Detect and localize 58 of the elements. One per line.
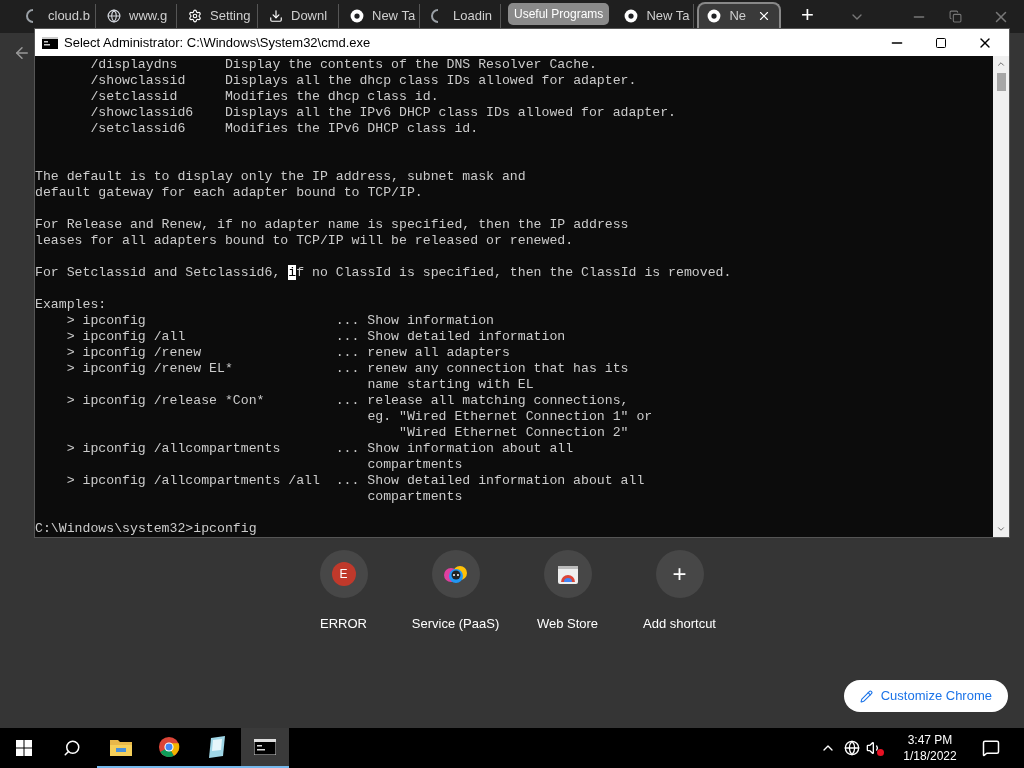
example-command: > ipconfig /renew EL* <box>66 361 234 377</box>
example-command: > ipconfig /renew <box>66 345 203 361</box>
option-name: /showclassid6 <box>90 105 195 121</box>
example-description: ... renew any connection that has its <box>335 361 629 377</box>
example-command: > ipconfig /all <box>66 329 187 345</box>
option-name: /showclassid <box>90 73 187 89</box>
option-description: Display the contents of the DNS Resolver Cache. <box>224 57 597 73</box>
clock-date[interactable]: 1/18/2022 <box>903 748 957 764</box>
example-description: ... Show detailed information about all <box>335 473 645 489</box>
example-description: ... Show detailed information <box>335 329 566 345</box>
customize-button[interactable]: Customize Chrome <box>843 680 1008 712</box>
shortcut-label[interactable]: ERROR <box>320 614 367 634</box>
tab-title: Loadin <box>453 7 493 26</box>
example-description: compartments <box>367 457 463 472</box>
tab-title: Downl <box>291 7 328 26</box>
tab-title: cloud.b <box>48 7 90 26</box>
tab-title: New Ta <box>372 7 416 26</box>
example-description: ... Show information about all <box>335 441 574 457</box>
console-text: For Release and Renew, if no adapter name is specified, then the IP address <box>35 217 629 232</box>
shortcut-tile[interactable]: + <box>655 550 704 598</box>
option-name: /setclassid6 <box>90 121 187 137</box>
plus-icon: + <box>672 562 687 586</box>
browser-tab[interactable]: Ne <box>697 2 782 28</box>
example-command: > ipconfig /allcompartments /all <box>66 473 321 489</box>
console-text: default gateway for each adapter bound to TCP/IP. <box>35 185 423 200</box>
option-name: /displaydns <box>90 57 179 73</box>
example-description: "Wired Ethernet Connection 2" <box>399 425 629 440</box>
example-command: > ipconfig /allcompartments <box>66 441 282 457</box>
tab-title: New Ta <box>646 7 690 26</box>
shortcut-tile[interactable]: E <box>319 550 368 598</box>
console-text: leases for all adapters bound to TCP/IP will be released or renewed. <box>35 233 574 248</box>
example-description: ... Show information <box>335 313 494 329</box>
option-description: Modifies the IPv6 DHCP class id. <box>224 121 479 137</box>
console-text: The default is to display only the IP address, subnet mask and <box>35 169 526 184</box>
tab-title: www.g <box>129 7 168 26</box>
new-tab-button[interactable]: + <box>792 2 823 28</box>
console-text: C:\Windows\system32>ipconfig <box>35 521 257 536</box>
option-description: Displays all the IPv6 DHCP class IDs allowed for adapter. <box>224 105 676 121</box>
example-description: ... release all matching connections, <box>335 393 629 409</box>
window-title: Select Administrator: C:\Windows\System32\cmd.exe <box>64 33 371 52</box>
shortcut-label[interactable]: Service (PaaS) <box>411 614 500 634</box>
example-description: name starting with EL <box>367 377 534 392</box>
console-text: For Setclassid and Setclassid6, if no ClassId is specified, then the ClassId is removed. <box>35 265 732 280</box>
option-description: Modifies the dhcp class id. <box>224 89 439 105</box>
shortcut-label[interactable]: Web Store <box>536 614 599 634</box>
example-description: compartments <box>367 489 463 504</box>
console-text: Examples: <box>35 297 107 312</box>
example-description: eg. "Wired Ethernet Connection 1" or <box>367 409 653 424</box>
tab-title: Setting <box>210 7 251 26</box>
example-command: > ipconfig <box>66 313 147 329</box>
option-name: /setclassid <box>90 89 179 105</box>
example-description: ... renew all adapters <box>335 345 510 361</box>
shortcut-label[interactable]: Add shortcut <box>643 614 716 634</box>
clock-time[interactable]: 3:47 PM <box>907 732 953 748</box>
tab-title: Ne <box>729 7 746 26</box>
letter-avatar: E <box>331 562 356 586</box>
example-command: > ipconfig /release *Con* <box>66 393 266 409</box>
option-description: Displays all the dhcp class IDs allowed for adapter. <box>224 73 637 89</box>
